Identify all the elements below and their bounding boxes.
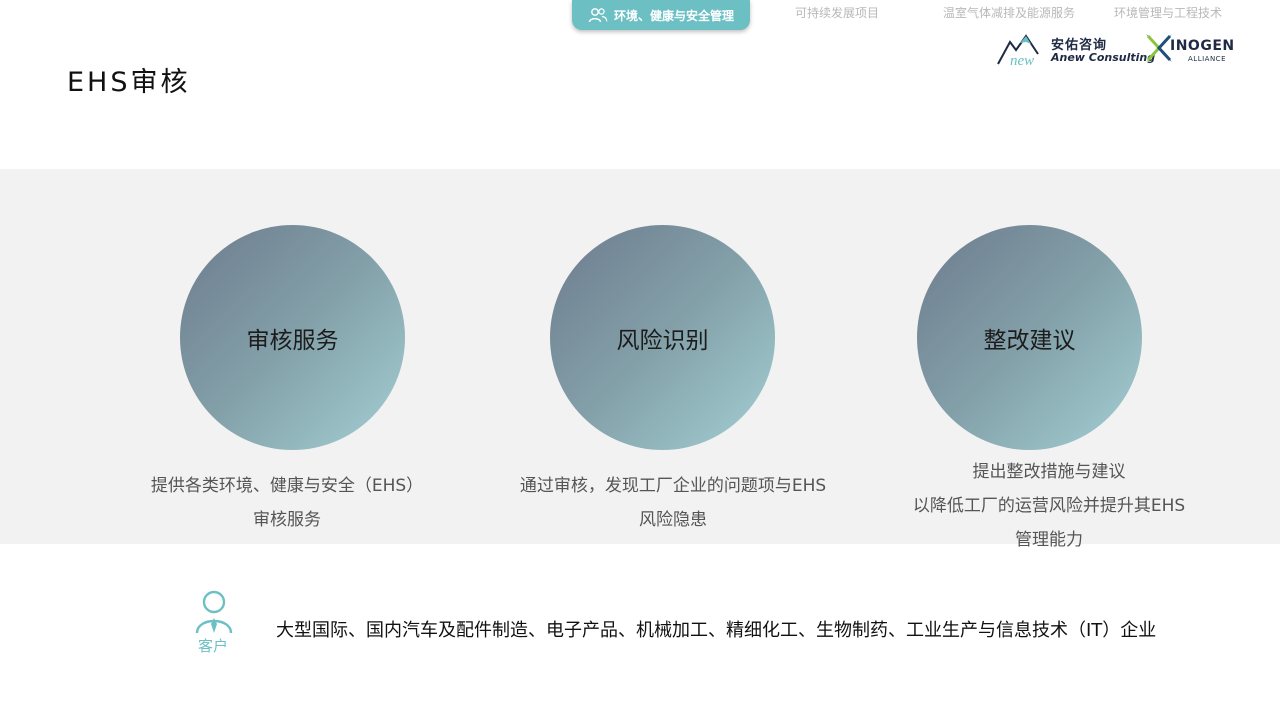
nav-item-sustainability[interactable]: 可持续发展项目	[795, 4, 879, 21]
circle-audit-service-title: 审核服务	[246, 327, 339, 354]
audit-service-desc-line: 提供各类环境、健康与安全（EHS）	[150, 476, 424, 496]
inogen-name: INOGEN	[1170, 38, 1235, 54]
anew-mountain-icon: new	[997, 34, 1039, 68]
nav-item-ghg-energy[interactable]: 温室气体减排及能源服务	[943, 4, 1075, 21]
circle-rectification: 整改建议	[917, 225, 1142, 450]
inogen-sub: ALLIANCE	[1188, 55, 1226, 63]
anew-consulting-logo: new 安佑咨询 Anew Consulting	[996, 28, 1155, 68]
page-title: EHS审核	[67, 67, 191, 98]
people-icon	[588, 8, 608, 23]
audit-service-desc-line: 审核服务	[253, 510, 321, 530]
rectification-desc-line: 管理能力	[1015, 530, 1083, 550]
rectification-desc-line: 以降低工厂的运营风险并提升其EHS	[912, 496, 1186, 516]
customer-industries: 大型国际、国内汽车及配件制造、电子产品、机械加工、精细化工、生物制药、工业生产与…	[276, 620, 1157, 641]
risk-identification-desc-line: 通过审核，发现工厂企业的问题项与EHS	[519, 476, 827, 496]
risk-identification-description: 通过审核，发现工厂企业的问题项与EHS 风险隐患	[493, 469, 853, 537]
circle-risk-identification: 风险识别	[550, 225, 775, 450]
rectification-description: 提出整改措施与建议 以降低工厂的运营风险并提升其EHS 管理能力	[879, 455, 1219, 557]
customer-person-icon	[195, 590, 233, 634]
circle-audit-service: 审核服务	[180, 225, 405, 450]
circle-rectification-title: 整改建议	[983, 327, 1076, 354]
customer-label: 客户	[198, 637, 229, 655]
nav-item-env-engineering[interactable]: 环境管理与工程技术	[1114, 4, 1222, 21]
inogen-alliance-logo: INOGEN ALLIANCE	[1144, 32, 1234, 66]
audit-service-description: 提供各类环境、健康与安全（EHS） 审核服务	[137, 469, 437, 537]
anew-en-name: Anew Consulting	[1051, 51, 1156, 64]
anew-mark-text: new	[1010, 53, 1034, 68]
risk-identification-desc-line: 风险隐患	[639, 510, 707, 530]
nav-tab-ehs-label: 环境、健康与安全管理	[613, 8, 734, 23]
rectification-desc-line: 提出整改措施与建议	[972, 462, 1126, 482]
circle-risk-identification-title: 风险识别	[616, 327, 709, 354]
nav-tab-ehs[interactable]: 环境、健康与安全管理	[572, 0, 750, 30]
